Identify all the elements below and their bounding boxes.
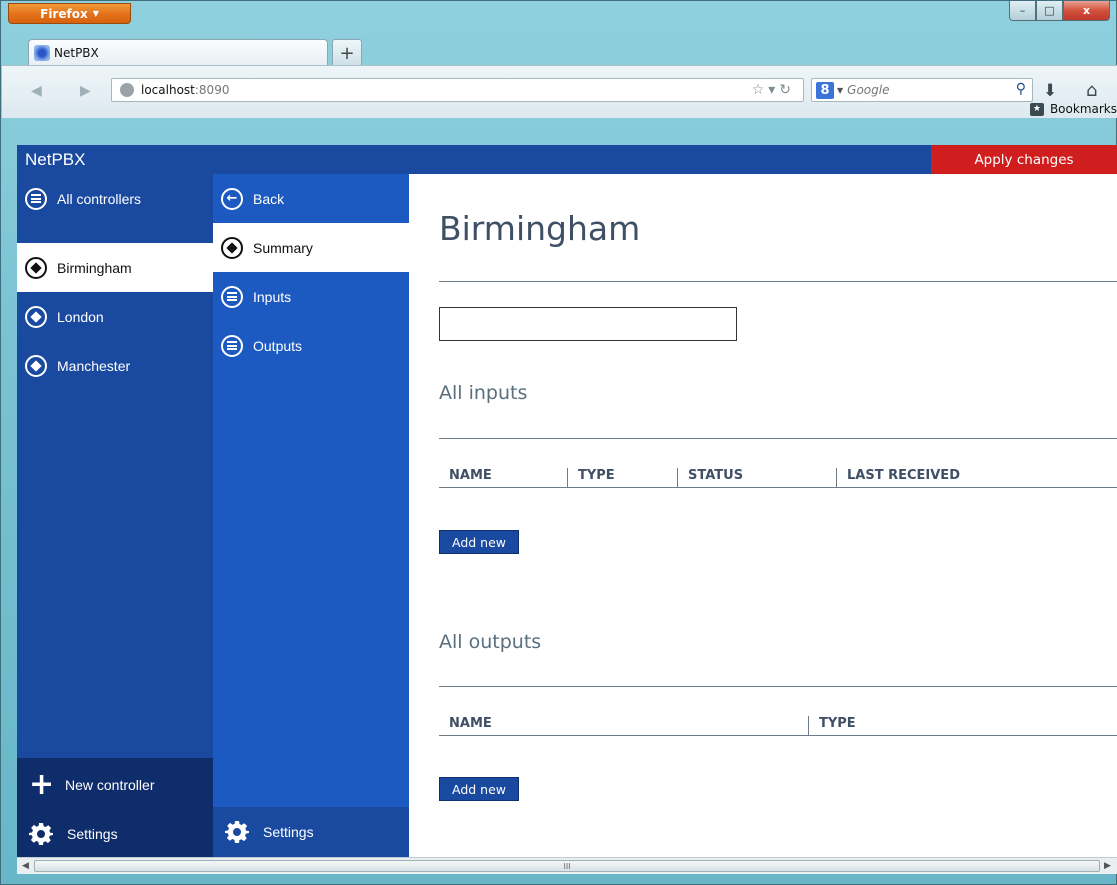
netpbx-app: NetPBX Apply changes All controllers Bir… [17,145,1117,857]
favicon-icon [34,45,50,61]
sidebar-item-label: Manchester [57,357,131,374]
divider [439,686,1117,687]
sidebar-item-london[interactable]: London [17,292,213,341]
tab-summary[interactable]: Summary [213,223,409,272]
inputs-table-header: NAME TYPE STATUS LAST RECEIVED [439,466,1117,488]
back-link[interactable]: ← Back [213,174,409,223]
download-icon[interactable]: ⬇ [1043,81,1057,101]
tab-outputs[interactable]: Outputs [213,321,409,370]
home-icon[interactable]: ⌂ [1086,80,1097,101]
settings-button[interactable]: Settings [17,809,213,857]
sidebar-item-birmingham[interactable]: Birmingham [17,243,213,292]
column-header-last-received[interactable]: LAST RECEIVED [836,468,960,488]
divider [439,281,1117,282]
apply-changes-button[interactable]: Apply changes [931,145,1117,174]
page-title: Birmingham [439,209,641,248]
controller-settings-button[interactable]: Settings [213,807,409,856]
controller-nav: ← Back Summary Inputs Outputs Settings [213,174,409,857]
new-controller-label: New controller [65,776,155,793]
minimize-button[interactable]: – [1009,1,1036,21]
list-icon [221,334,243,357]
controllers-footer: + New controller Settings [17,758,213,857]
star-reload-icons[interactable]: ☆▾↻ [752,82,795,98]
back-label: Back [253,190,285,207]
chevron-down-icon[interactable]: ▼ [837,86,843,95]
inputs-section-title: All inputs [439,382,528,404]
list-icon [25,187,47,210]
add-input-button[interactable]: Add new [439,530,519,554]
url-host: localhost [141,83,195,97]
search-bar[interactable]: 8 ▼ Google ⚲ [811,78,1033,102]
back-arrow-icon[interactable]: ◀ [31,83,42,99]
sidebar-item-manchester[interactable]: Manchester [17,341,213,390]
back-arrow-icon: ← [221,187,243,210]
globe-icon [120,83,134,97]
sidebar-item-label: London [57,308,104,325]
bookmarks-label: Bookmarks [1049,102,1117,116]
scrollbar-grip: III [563,861,571,871]
add-output-button[interactable]: Add new [439,777,519,801]
forward-arrow-icon[interactable]: ▶ [80,83,91,99]
diamond-icon [25,354,47,377]
tab-outputs-label: Outputs [253,337,303,354]
scroll-left-icon[interactable]: ◀ [22,861,29,871]
column-header-status[interactable]: STATUS [677,468,743,488]
outputs-table-header: NAME TYPE [439,714,1117,736]
new-tab-button[interactable]: + [332,39,362,66]
column-header-type[interactable]: TYPE [567,468,615,488]
controllers-sidebar: All controllers Birmingham London Manche… [17,174,213,857]
plus-icon: + [29,766,55,802]
settings-label: Settings [67,825,118,842]
google-icon[interactable]: 8 [816,81,834,99]
tab-inputs-label: Inputs [253,288,292,305]
horizontal-scrollbar[interactable]: ◀ III ▶ [17,857,1117,874]
all-controllers-link[interactable]: All controllers [17,174,213,223]
controller-name-input[interactable] [439,307,737,341]
new-controller-button[interactable]: + New controller [17,760,213,809]
tab-inputs[interactable]: Inputs [213,272,409,321]
column-header-name[interactable]: NAME [439,468,492,488]
url-port: :8090 [194,83,230,97]
scroll-right-icon[interactable]: ▶ [1104,861,1111,871]
url-bar[interactable]: localhost :8090 ☆▾↻ [111,78,804,102]
search-placeholder: Google [847,83,890,97]
search-icon[interactable]: ⚲ [1016,81,1026,97]
browser-navbar: ◀ ▶ localhost :8090 ☆▾↻ 8 ▼ Google ⚲ ⬇ ⌂… [2,65,1117,118]
scrollbar-thumb[interactable]: III [34,860,1100,872]
outputs-section-title: All outputs [439,631,542,653]
app-header: NetPBX Apply changes [17,145,1117,174]
chevron-down-icon: ▼ [92,9,99,18]
app-title: NetPBX [25,150,86,169]
list-icon [221,285,243,308]
column-header-name[interactable]: NAME [439,716,492,736]
column-header-type[interactable]: TYPE [808,716,856,736]
browser-window: Firefox ▼ – □ x NetPBX + ◀ ▶ localhost :… [0,0,1117,885]
tab-summary-label: Summary [253,239,313,256]
bookmarks-button[interactable]: ★ Bookmarks [1029,102,1117,116]
firefox-menu-button[interactable]: Firefox ▼ [8,3,131,24]
firefox-menu-label: Firefox [40,6,88,21]
gear-icon [29,822,53,846]
divider [439,438,1117,439]
diamond-icon [25,256,47,279]
close-window-button[interactable]: x [1063,1,1110,21]
diamond-icon [221,236,243,259]
diamond-icon [25,305,47,328]
sidebar-item-label: Birmingham [57,259,132,276]
window-controls: – □ x [1009,1,1110,21]
maximize-button[interactable]: □ [1036,1,1063,21]
browser-tab[interactable]: NetPBX [28,39,328,66]
main-content: Birmingham All inputs NAME TYPE STATUS L… [409,174,1117,857]
all-controllers-label: All controllers [57,190,142,207]
gear-icon [225,820,249,844]
tab-title: NetPBX [54,46,99,60]
controller-nav-footer: Settings [213,807,409,857]
bookmarks-icon: ★ [1029,102,1044,116]
settings-label: Settings [263,823,314,840]
